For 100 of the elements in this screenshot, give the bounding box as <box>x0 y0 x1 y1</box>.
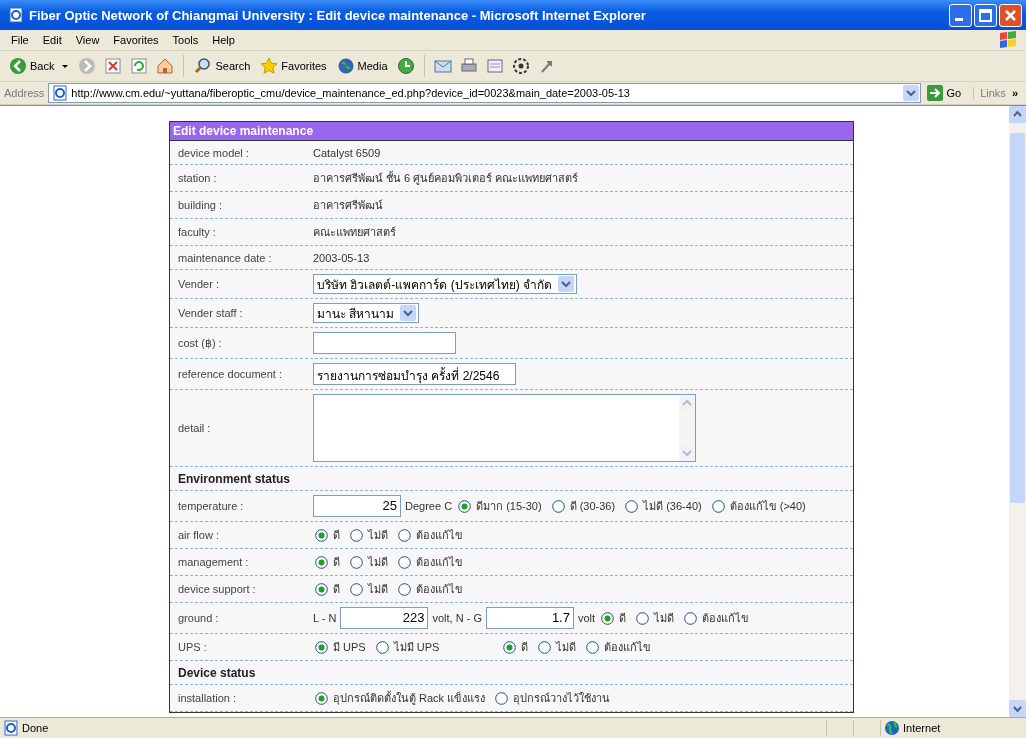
field-label: reference document : <box>178 368 283 380</box>
radio-button[interactable] <box>636 611 650 625</box>
minimize-button[interactable] <box>949 3 972 27</box>
field-label: building : <box>178 199 224 211</box>
field-label: detail : <box>178 422 212 434</box>
media-button[interactable]: Media <box>333 55 391 77</box>
radio-label: ดี <box>521 640 529 655</box>
radio-button[interactable] <box>625 499 639 513</box>
radio-label: อุปกรณ์ติดตั้งในตู้ Rack แข็งแรง <box>333 690 486 707</box>
page-icon <box>8 7 24 23</box>
radio-label: ไม่มี UPS <box>393 640 440 655</box>
radio-button[interactable] <box>601 611 615 625</box>
number-field[interactable]: 25 <box>313 495 401 517</box>
radio-label: ไม่ดี (36-40) <box>643 499 702 514</box>
stop-icon[interactable] <box>104 57 123 75</box>
go-arrow-icon <box>926 85 943 101</box>
close-button[interactable] <box>999 3 1022 27</box>
home-icon[interactable] <box>156 57 175 75</box>
field-label: temperature : <box>178 500 245 512</box>
star-icon <box>260 57 279 75</box>
radio-label: ไม่ดี <box>368 555 388 570</box>
menu-item[interactable]: Edit <box>35 34 69 46</box>
radio-button[interactable] <box>586 640 600 654</box>
radio-button[interactable] <box>398 555 411 569</box>
status-text: Done <box>22 722 49 734</box>
menu-item[interactable]: File <box>4 34 36 46</box>
vertical-scrollbar[interactable] <box>1009 106 1026 717</box>
field-value: volt <box>577 612 596 624</box>
dropdown-field[interactable]: มานะ สีหานาม <box>313 303 420 323</box>
radio-label: ไม่ดี <box>556 640 577 655</box>
menu-item[interactable]: Favorites <box>106 34 166 46</box>
radio-button[interactable] <box>551 499 565 513</box>
flower-icon[interactable] <box>511 57 530 75</box>
globe-icon <box>884 720 900 736</box>
search-button[interactable]: Search <box>191 55 254 77</box>
radio-button[interactable] <box>398 528 411 542</box>
field-value: Catalyst 6509 <box>313 146 381 159</box>
radio-label: ต้องแก้ไข <box>416 555 463 570</box>
number-field[interactable]: 1.7 <box>485 607 574 629</box>
dropdown-field[interactable]: บริษัท ฮิวเลตต์-แพคการ์ด (ประเทศไทย) จำกัด <box>313 274 577 294</box>
history-icon[interactable] <box>396 57 415 75</box>
radio-button[interactable] <box>458 499 472 513</box>
radio-label: อุปกรณ์วางไว้ใช้งาน <box>513 691 611 707</box>
radio-label: ดี <box>333 528 340 543</box>
text-field[interactable]: รายงานการซ่อมบำรุง ครั้งที่ 2/2546 <box>313 363 516 385</box>
window-title: Fiber Optic Network of Chiangmai University : Edit device maintenance - Microsoft Internet Explorer <box>29 7 647 23</box>
radio-button[interactable] <box>315 640 328 654</box>
radio-button[interactable] <box>503 640 517 654</box>
radio-button[interactable] <box>350 555 363 569</box>
menu-item[interactable]: Help <box>205 34 242 46</box>
field-label: installation : <box>178 692 238 704</box>
menu-item[interactable]: View <box>68 34 107 46</box>
radio-label: ต้องแก้ไข <box>604 640 652 655</box>
radio-button[interactable] <box>538 640 552 654</box>
field-label: air flow : <box>178 529 220 541</box>
radio-label: ไม่ดี <box>368 582 388 597</box>
radio-button[interactable] <box>315 691 328 705</box>
search-icon <box>194 57 213 75</box>
field-value: volt, N - G <box>432 612 482 624</box>
scroll-up-button[interactable] <box>1009 106 1026 123</box>
radio-label: ไม่ดี <box>654 611 675 626</box>
menu-item[interactable]: Tools <box>165 34 206 46</box>
scroll-down-button[interactable] <box>1009 700 1026 717</box>
field-label: management : <box>178 556 250 568</box>
radio-button[interactable] <box>315 582 328 596</box>
text-field[interactable] <box>313 332 456 354</box>
radio-button[interactable] <box>350 582 363 596</box>
print-icon[interactable] <box>459 57 478 75</box>
links-button[interactable]: Links <box>973 87 1006 99</box>
detail-textarea[interactable] <box>313 394 696 462</box>
field-value: L - N <box>313 612 337 624</box>
radio-label: ดีมาก (15-30) <box>476 499 542 514</box>
radio-label: ต้องแก้ไข <box>702 611 750 626</box>
radio-button[interactable] <box>495 691 509 705</box>
radio-button[interactable] <box>315 555 328 569</box>
radio-button[interactable] <box>684 611 698 625</box>
field-label: maintenance date : <box>178 251 273 264</box>
mail-icon[interactable] <box>433 57 452 75</box>
radio-button[interactable] <box>375 640 389 654</box>
field-label: device support : <box>178 583 257 595</box>
address-field[interactable]: http://www.cm.edu/~yuttana/fiberoptic_cmu/device_maintenance_ed.php?device_id=0023&main_date=2003-05-13 <box>48 83 921 103</box>
field-value: คณะแพทยศาสตร์ <box>313 225 396 240</box>
caret-icon <box>61 62 70 70</box>
refresh-icon[interactable] <box>130 57 149 75</box>
radio-button[interactable] <box>711 499 725 513</box>
radio-label: ต้องแก้ไข <box>416 582 463 597</box>
go-button[interactable]: Go <box>920 85 968 101</box>
more-button[interactable]: » <box>1005 87 1022 99</box>
field-label: UPS : <box>178 641 208 653</box>
maximize-button[interactable] <box>974 3 997 27</box>
radio-button[interactable] <box>350 528 363 542</box>
back-button[interactable]: Back <box>6 55 73 77</box>
radio-label: ดี <box>333 555 340 570</box>
radio-button[interactable] <box>398 582 411 596</box>
radio-label: ดี <box>333 582 340 597</box>
page-icon <box>3 720 19 736</box>
radio-button[interactable] <box>315 528 328 542</box>
favorites-button[interactable]: Favorites <box>257 55 330 77</box>
radio-label: ต้องแก้ไข (>40) <box>729 499 806 514</box>
number-field[interactable]: 223 <box>340 607 429 629</box>
